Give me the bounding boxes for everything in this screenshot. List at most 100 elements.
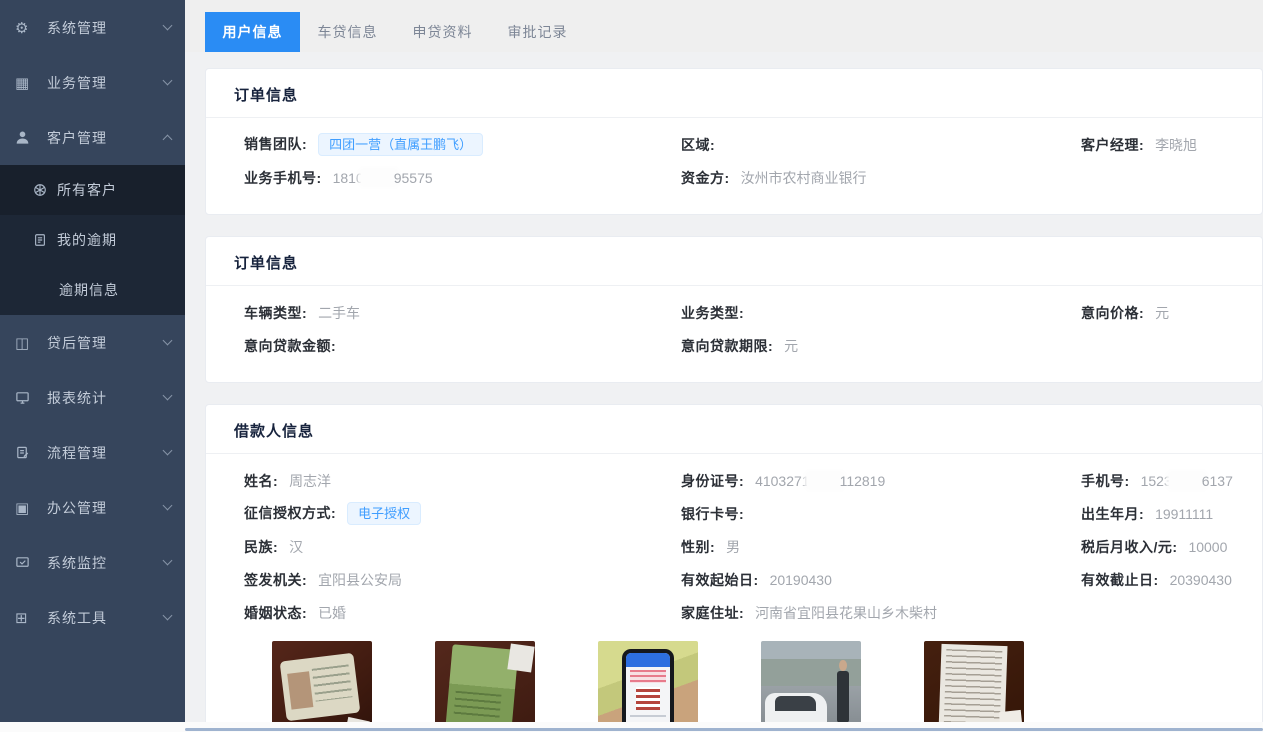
sidebar-item-system-monitoring[interactable]: 系统监控 (0, 535, 185, 590)
overdue-document-icon (33, 233, 55, 247)
sidebar-item-label: 我的逾期 (57, 230, 117, 250)
borrower-info-card: 借款人信息 姓名: 周志洋 身份证号: 4103271112819 手机号: (205, 404, 1263, 732)
tab-user-info[interactable]: 用户信息 (205, 12, 300, 52)
chevron-down-icon (163, 76, 173, 86)
photo-item: 身份证 (272, 641, 372, 732)
field-credit-auth-method: 征信授权方式: 电子授权 (244, 502, 681, 526)
photo-item: 其他材料 (924, 641, 1024, 732)
field-intended-loan-amount: 意向贷款金额: (244, 336, 681, 356)
sidebar-item-report-statistics[interactable]: 报表统计 (0, 370, 185, 425)
photo-item: 征信授权 (598, 641, 698, 732)
sidebar-item-label: 流程管理 (47, 443, 164, 463)
photo-item: 驾驶证原件 (435, 641, 535, 732)
chevron-down-icon (163, 336, 173, 346)
sidebar-item-label: 逾期信息 (59, 280, 119, 300)
sidebar-item-workflow-management[interactable]: 流程管理 (0, 425, 185, 480)
app-window: ⚙ 系统管理 ▦ 业务管理 客户管理 所有客户 (0, 0, 1263, 732)
id-card-photo[interactable] (272, 641, 372, 732)
card-title: 订单信息 (206, 237, 1262, 286)
workflow-clipboard-icon (15, 445, 39, 460)
chevron-down-icon (163, 21, 173, 31)
field-sales-team: 销售团队: 四团一营（直属王鹏飞） (244, 133, 681, 157)
field-marital-status: 婚姻状态: 已婚 (244, 603, 681, 623)
field-home-address: 家庭住址: 河南省宜阳县花果山乡木柴村 (681, 603, 1081, 623)
tab-approval-records[interactable]: 审批记录 (490, 12, 585, 52)
gear-icon: ⚙ (15, 19, 39, 37)
open-book-icon: ◫ (15, 334, 39, 352)
card-title: 订单信息 (206, 69, 1262, 118)
field-name: 姓名: 周志洋 (244, 471, 681, 491)
chevron-down-icon (163, 611, 173, 621)
credit-auth-tag[interactable]: 电子授权 (347, 502, 421, 526)
field-valid-to: 有效截止日: 20390430 (1081, 570, 1242, 590)
photo-item: 人车合影 (761, 641, 861, 732)
tab-loan-application-docs[interactable]: 申贷资料 (395, 12, 490, 52)
sidebar-item-label: 报表统计 (47, 388, 164, 408)
field-valid-from: 有效起始日: 20190430 (681, 570, 1081, 590)
user-icon (15, 130, 39, 145)
chevron-down-icon (163, 391, 173, 401)
loan-intent-card: 订单信息 车辆类型: 二手车 业务类型: 意向价格: 元 (205, 236, 1263, 383)
report-monitor-icon (15, 390, 39, 405)
chevron-down-icon (163, 556, 173, 566)
chevron-down-icon (163, 446, 173, 456)
sidebar: ⚙ 系统管理 ▦ 业务管理 客户管理 所有客户 (0, 0, 185, 722)
field-mobile: 手机号: 15236137 (1081, 471, 1242, 491)
sidebar-item-system-tools[interactable]: ⊞ 系统工具 (0, 590, 185, 645)
green-booklet-photo[interactable] (435, 641, 535, 732)
sidebar-item-overdue-info[interactable]: 逾期信息 (0, 265, 185, 315)
phone-qr-photo[interactable] (598, 641, 698, 732)
sidebar-item-label: 办公管理 (47, 498, 164, 518)
toolbox-icon: ⊞ (15, 609, 39, 627)
field-bank-card: 银行卡号: (681, 504, 1081, 524)
field-business-phone: 业务手机号: 181095575 (244, 168, 681, 188)
field-ethnicity: 民族: 汉 (244, 537, 681, 557)
tab-car-loan-info[interactable]: 车贷信息 (300, 12, 395, 52)
field-id-number: 身份证号: 4103271112819 (681, 471, 1081, 491)
horizontal-scrollbar[interactable] (0, 722, 1263, 732)
chevron-down-icon (163, 501, 173, 511)
redaction-blur (1169, 473, 1205, 488)
sidebar-item-label: 客户管理 (47, 128, 164, 148)
sidebar-item-business-management[interactable]: ▦ 业务管理 (0, 55, 185, 110)
sidebar-item-customer-management[interactable]: 客户管理 (0, 110, 185, 165)
customers-wheel-icon (33, 183, 55, 197)
redaction-blur (807, 473, 843, 488)
sidebar-item-all-customers[interactable]: 所有客户 (0, 165, 185, 215)
horizontal-scrollbar-thumb[interactable] (185, 728, 1263, 731)
sidebar-item-label: 系统工具 (47, 608, 164, 628)
field-gender: 性别: 男 (681, 537, 1081, 557)
sidebar-item-postloan-management[interactable]: ◫ 贷后管理 (0, 315, 185, 370)
field-region: 区域: (681, 135, 1081, 155)
sidebar-item-label: 业务管理 (47, 73, 164, 93)
chevron-up-icon (163, 135, 173, 145)
sales-team-tag[interactable]: 四团一营（直属王鹏飞） (318, 133, 483, 157)
sidebar-item-system-management[interactable]: ⚙ 系统管理 (0, 0, 185, 55)
field-issuing-authority: 签发机关: 宜阳县公安局 (244, 570, 681, 590)
sidebar-item-label: 所有客户 (57, 180, 117, 200)
office-square-icon: ▣ (15, 499, 39, 517)
field-intended-loan-term: 意向贷款期限: 元 (681, 336, 1081, 356)
order-info-card: 订单信息 销售团队: 四团一营（直属王鹏飞） 区域: 客户经理: (205, 68, 1263, 215)
card-title: 借款人信息 (206, 405, 1262, 454)
person-car-photo[interactable] (761, 641, 861, 732)
sidebar-item-my-overdue[interactable]: 我的逾期 (0, 215, 185, 265)
grid-icon: ▦ (15, 74, 39, 92)
field-birth-date: 出生年月: 19911111 (1081, 504, 1242, 524)
handwritten-doc-photo[interactable] (924, 641, 1024, 732)
tab-panel-user-info: 订单信息 销售团队: 四团一营（直属王鹏飞） 区域: 客户经理: (185, 52, 1263, 732)
sidebar-item-label: 系统监控 (47, 553, 164, 573)
sidebar-item-label: 贷后管理 (47, 333, 164, 353)
field-funder: 资金方: 汝州市农村商业银行 (681, 168, 1081, 188)
redaction-blur (361, 170, 397, 185)
field-intended-price: 意向价格: 元 (1081, 303, 1242, 323)
field-account-manager: 客户经理: 李晓旭 (1081, 135, 1242, 155)
field-business-type: 业务类型: (681, 303, 1081, 323)
sidebar-item-label: 系统管理 (47, 18, 164, 38)
monitor-check-icon (15, 555, 39, 570)
field-vehicle-type: 车辆类型: 二手车 (244, 303, 681, 323)
field-monthly-income: 税后月收入/元: 10000 (1081, 537, 1242, 557)
borrower-photo-gallery: 身份证 驾驶证原件 征信授权 (272, 641, 1242, 732)
sidebar-item-office-management[interactable]: ▣ 办公管理 (0, 480, 185, 535)
customer-management-submenu: 所有客户 我的逾期 逾期信息 (0, 165, 185, 315)
